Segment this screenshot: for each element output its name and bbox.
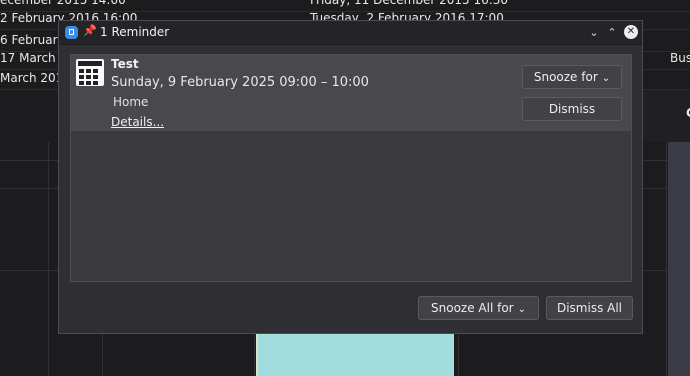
snooze-button[interactable]: Snooze for ⌄ (522, 65, 622, 89)
window-title: 1 Reminder (100, 25, 170, 39)
maximize-icon[interactable]: ⌃ (604, 25, 620, 41)
reminder-datetime: Sunday, 9 February 2025 09:00 – 10:00 (111, 75, 369, 90)
dismiss-all-button[interactable]: Dismiss All (546, 296, 633, 320)
reminder-location: Home (113, 95, 149, 109)
minimize-icon[interactable]: ⌄ (586, 25, 602, 41)
calendar-event-block[interactable] (256, 332, 454, 376)
chevron-down-icon: ⌄ (517, 304, 526, 315)
dismiss-button[interactable]: Dismiss (522, 97, 622, 121)
details-link[interactable]: Details... (111, 115, 164, 129)
calendar-today-column (668, 142, 690, 376)
side-letter: C (686, 106, 690, 120)
close-icon[interactable]: ✕ (624, 25, 638, 39)
snooze-all-button[interactable]: Snooze All for ⌄ (418, 296, 539, 320)
chevron-down-icon: ⌄ (601, 73, 611, 84)
app-icon (65, 26, 78, 39)
reminder-dialog: 📌 1 Reminder ⌄ ⌃ ✕ Test Sunday, 9 Februa… (58, 20, 643, 334)
title-bar[interactable]: 📌 1 Reminder ⌄ ⌃ ✕ (59, 21, 642, 45)
pin-icon[interactable]: 📌 (83, 24, 97, 37)
calendar-icon (76, 59, 104, 86)
reminder-list: Test Sunday, 9 February 2025 09:00 – 10:… (70, 54, 632, 282)
reminder-title: Test (111, 57, 139, 71)
reminder-item[interactable]: Test Sunday, 9 February 2025 09:00 – 10:… (71, 55, 631, 131)
